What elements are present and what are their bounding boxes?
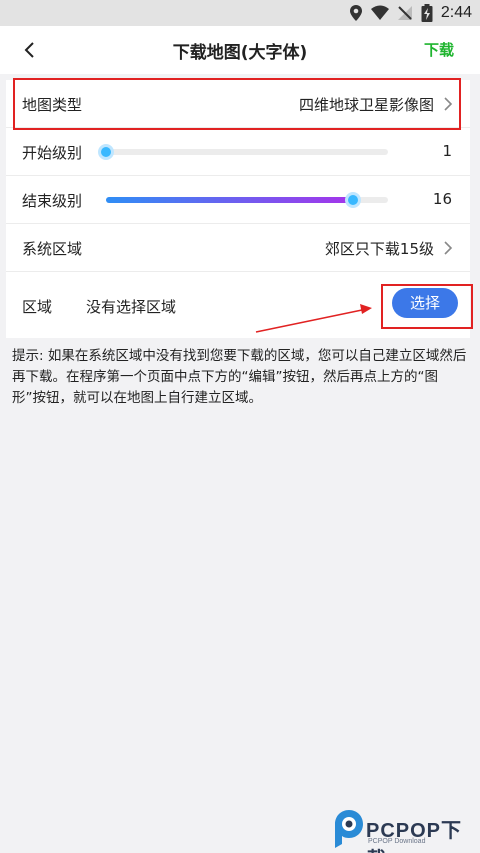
status-icons: 2:44 [349,3,472,23]
map-type-value: 四维地球卫星影像图 [298,96,434,114]
watermark-subtext: PCPOP Download [368,838,426,845]
start-level-slider[interactable] [98,144,388,160]
end-level-fill [106,197,353,203]
choose-area-button[interactable]: 选择 [392,288,458,318]
map-type-row[interactable]: 地图类型 四维地球卫星影像图 [6,80,470,128]
status-bar: 2:44 [0,0,480,26]
location-icon [349,5,362,21]
end-level-value: 16 [432,190,452,208]
start-level-row: 开始级别 1 [6,128,470,176]
no-signal-icon [397,6,412,20]
watermark-text: PCPOP下载 [366,820,463,853]
battery-charging-icon [421,4,433,22]
area-row: 区域 没有选择区域 选择 [6,276,470,338]
watermark: PCPOP下载 PCPOP Download [330,808,480,853]
system-area-label: 系统区域 [22,240,83,258]
end-level-slider[interactable] [106,192,388,208]
settings-card: 地图类型 四维地球卫星影像图 开始级别 1 结束级别 16 系统区域 郊区只下载… [6,80,470,338]
download-button[interactable]: 下载 [424,39,454,60]
hint-text: 提示: 如果在系统区域中没有找到您要下载的区域，您可以自己建立区域然后再下载。在… [12,348,467,406]
nav-bar: 下载地图(大字体) 下载 [0,26,480,74]
map-type-label: 地图类型 [22,96,83,114]
page-title: 下载地图(大字体) [172,43,308,63]
area-label: 区域 [22,298,53,316]
start-level-thumb[interactable] [98,144,114,160]
status-time: 2:44 [440,4,472,21]
end-level-label: 结束级别 [22,192,83,210]
end-level-row: 结束级别 16 [6,176,470,224]
system-area-row[interactable]: 系统区域 郊区只下载15级 [6,224,470,272]
start-level-value: 1 [442,142,452,160]
chevron-right-icon [444,241,453,255]
start-level-label: 开始级别 [22,144,83,162]
pcpop-logo-icon [335,810,363,848]
chevron-right-icon [444,97,453,111]
area-value: 没有选择区域 [86,298,177,316]
system-area-value: 郊区只下载15级 [324,240,434,258]
wifi-icon [370,5,389,20]
end-level-thumb[interactable] [344,192,361,208]
